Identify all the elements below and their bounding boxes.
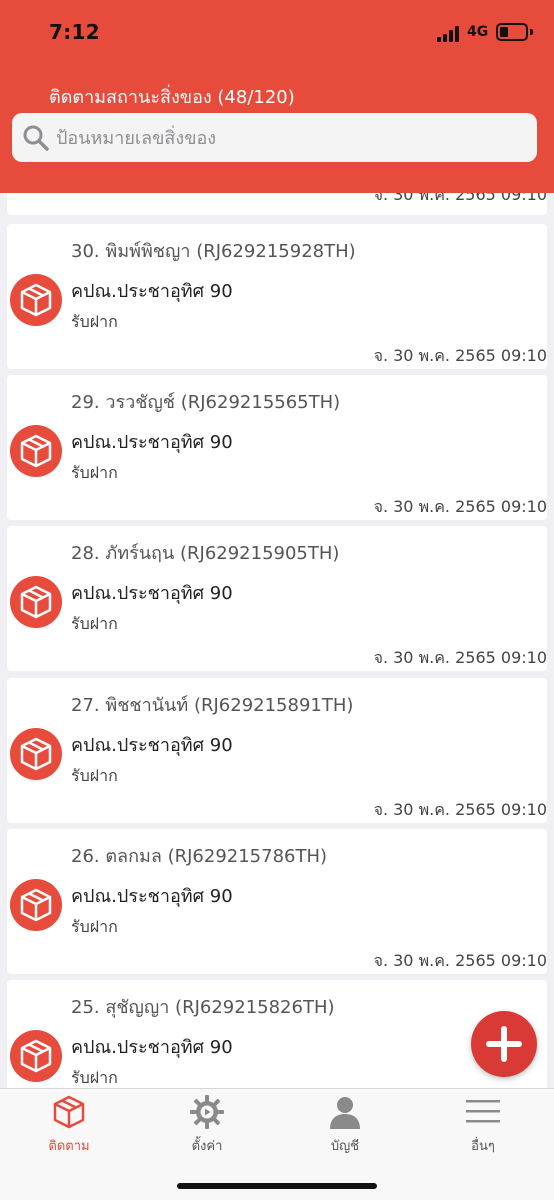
page-title: ติดตามสถานะสิ่งของ (48/120): [49, 87, 295, 108]
search-input[interactable]: [56, 125, 526, 151]
search-box[interactable]: [12, 113, 537, 162]
tab-more[interactable]: อื่นๆ: [414, 1089, 552, 1159]
item-office: คปณ.ประชาอุทิศ 90: [71, 281, 233, 302]
box-icon: [53, 1095, 85, 1129]
package-icon: [10, 879, 62, 931]
signal-icon: [437, 26, 463, 42]
package-icon: [10, 728, 62, 780]
network-type: 4G: [467, 24, 489, 40]
menu-icon: [466, 1100, 500, 1123]
list-item[interactable]: 27. พิชชานันท์ (RJ629215891TH) คปณ.ประชา…: [7, 678, 547, 823]
home-indicator[interactable]: [177, 1183, 377, 1189]
item-title: 27. พิชชานันท์ (RJ629215891TH): [71, 695, 354, 716]
search-icon: [23, 125, 49, 151]
item-title: 26. ตลกมล (RJ629215786TH): [71, 846, 328, 867]
item-date: จ. 30 พ.ค. 2565 09:10: [373, 346, 547, 365]
item-date: จ. 30 พ.ค. 2565 09:10: [373, 951, 547, 970]
item-office: คปณ.ประชาอุทิศ 90: [71, 432, 233, 453]
item-office: คปณ.ประชาอุทิศ 90: [71, 583, 233, 604]
status-bar: 7:12 4G: [0, 0, 554, 66]
item-date: จ. 30 พ.ค. 2565 09:10: [373, 648, 547, 667]
item-status: รับฝาก: [71, 463, 118, 482]
item-title: 25. สุชัญญา (RJ629215826TH): [71, 997, 335, 1018]
list-item-partial[interactable]: จ. 30 พ.ค. 2565 09:10: [7, 193, 547, 215]
item-status: รับฝาก: [71, 766, 118, 785]
add-item-button[interactable]: [471, 1011, 537, 1077]
item-title: 28. ภัทร์นฤน (RJ629215905TH): [71, 543, 340, 564]
gear-icon: [190, 1095, 224, 1129]
package-icon: [10, 1030, 62, 1082]
list-item[interactable]: 28. ภัทร์นฤน (RJ629215905TH) คปณ.ประชาอุ…: [7, 526, 547, 671]
item-status: รับฝาก: [71, 917, 118, 936]
item-title: 30. พิมพ์พิชญา (RJ629215928TH): [71, 241, 356, 262]
list-item[interactable]: 29. วรวชัญช์ (RJ629215565TH) คปณ.ประชาอุ…: [7, 375, 547, 520]
battery-tip: [530, 29, 533, 35]
item-status: รับฝาก: [71, 1068, 118, 1087]
tab-label: บัญชี: [330, 1139, 360, 1154]
item-date: จ. 30 พ.ค. 2565 09:10: [373, 800, 547, 819]
tab-label: ตั้งค่า: [191, 1139, 223, 1154]
battery-icon: [496, 23, 528, 41]
item-title: 29. วรวชัญช์ (RJ629215565TH): [71, 392, 341, 413]
item-status: รับฝาก: [71, 614, 118, 633]
item-office: คปณ.ประชาอุทิศ 90: [71, 1037, 233, 1058]
package-icon: [10, 425, 62, 477]
item-date: จ. 30 พ.ค. 2565 09:10: [373, 497, 547, 516]
tab-label: ติดตาม: [48, 1139, 90, 1154]
package-icon: [10, 576, 62, 628]
item-office: คปณ.ประชาอุทิศ 90: [71, 886, 233, 907]
status-time: 7:12: [49, 20, 100, 44]
package-icon: [10, 274, 62, 326]
item-office: คปณ.ประชาอุทิศ 90: [71, 735, 233, 756]
tab-settings[interactable]: ตั้งค่า: [138, 1089, 276, 1159]
tracking-list[interactable]: จ. 30 พ.ค. 2565 09:10 30. พิมพ์พิชญา (RJ…: [0, 193, 554, 1088]
item-status: รับฝาก: [71, 312, 118, 331]
tab-label: อื่นๆ: [471, 1139, 495, 1154]
tab-tracking[interactable]: ติดตาม: [0, 1089, 138, 1159]
list-item[interactable]: 30. พิมพ์พิชญา (RJ629215928TH) คปณ.ประชา…: [7, 224, 547, 369]
item-date: จ. 30 พ.ค. 2565 09:10: [373, 193, 547, 204]
person-icon: [330, 1097, 360, 1129]
header: 7:12 4G ติดตามสถานะสิ่งของ (48/120): [0, 0, 554, 193]
tab-account[interactable]: บัญชี: [276, 1089, 414, 1159]
list-item[interactable]: 25. สุชัญญา (RJ629215826TH) คปณ.ประชาอุท…: [7, 980, 547, 1088]
list-item[interactable]: 26. ตลกมล (RJ629215786TH) คปณ.ประชาอุทิศ…: [7, 829, 547, 974]
app-screen: 7:12 4G ติดตามสถานะสิ่งของ (48/120) ป้อน…: [0, 0, 554, 1200]
